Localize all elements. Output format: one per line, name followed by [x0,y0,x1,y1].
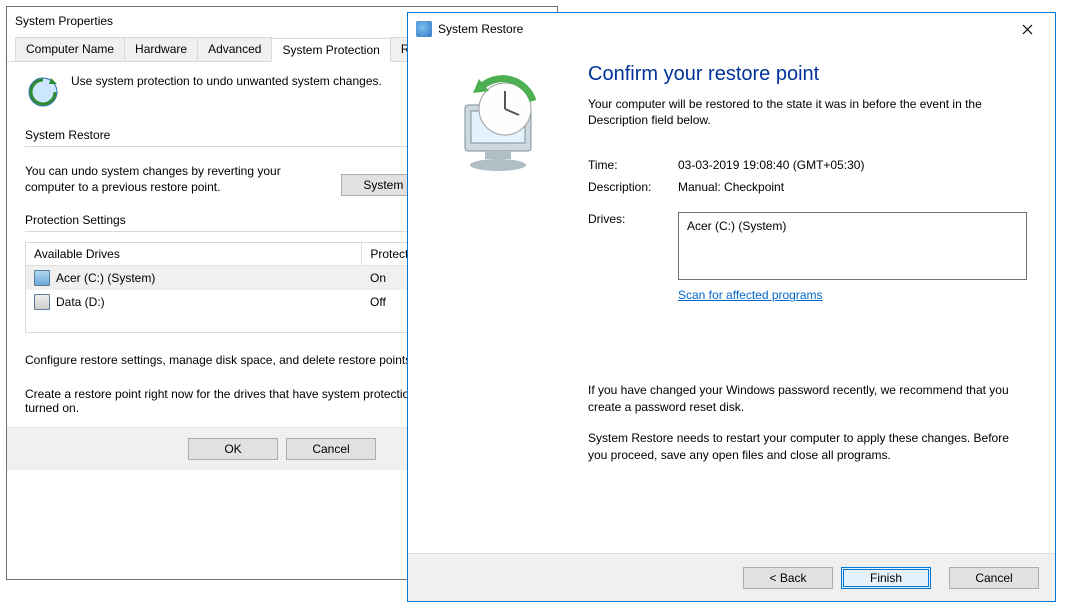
intro-text: Use system protection to undo unwanted s… [71,74,382,88]
drives-label: Drives: [588,212,678,226]
create-text: Create a restore point right now for the… [25,387,423,415]
note-restart: System Restore needs to restart your com… [588,430,1027,464]
app-icon [416,21,432,37]
tab-advanced[interactable]: Advanced [197,37,272,61]
drive-icon [34,294,50,310]
drive-name: Acer (C:) (System) [56,271,155,285]
close-icon [1022,24,1033,35]
finish-button[interactable]: Finish [841,567,931,589]
drives-listbox[interactable]: Acer (C:) (System) [678,212,1027,280]
wizard-content: Confirm your restore point Your computer… [588,45,1055,553]
wizard-sidebar [408,45,588,553]
configure-text: Configure restore settings, manage disk … [25,353,423,367]
restore-illustration-icon [443,65,553,185]
wizard-body: Confirm your restore point Your computer… [408,45,1055,553]
col-drives[interactable]: Available Drives [26,243,362,265]
wizard-footer: < Back Finish Cancel [408,553,1055,601]
field-time: Time: 03-03-2019 19:08:40 (GMT+05:30) [588,158,1027,172]
time-value: 03-03-2019 19:08:40 (GMT+05:30) [678,158,864,172]
field-description: Description: Manual: Checkpoint [588,180,1027,194]
wizard-notes: If you have changed your Windows passwor… [588,382,1027,463]
titlebar: System Restore [408,13,1055,45]
cancel-button[interactable]: Cancel [286,438,376,460]
drive-icon [34,270,50,286]
tab-computer-name[interactable]: Computer Name [15,37,125,61]
ok-button[interactable]: OK [188,438,278,460]
back-button[interactable]: < Back [743,567,833,589]
system-restore-window: System Restore Confirm your restore poin… [407,12,1056,602]
shield-restore-icon [25,74,61,110]
scan-affected-link[interactable]: Scan for affected programs [678,288,823,302]
description-label: Description: [588,180,678,194]
time-label: Time: [588,158,678,172]
note-password: If you have changed your Windows passwor… [588,382,1027,416]
field-drives: Drives: Acer (C:) (System) [588,212,1027,280]
wizard-description: Your computer will be restored to the st… [588,96,1027,128]
drive-name: Data (D:) [56,295,105,309]
window-title: System Restore [438,22,1007,36]
description-value: Manual: Checkpoint [678,180,784,194]
tab-hardware[interactable]: Hardware [124,37,198,61]
cancel-button[interactable]: Cancel [949,567,1039,589]
wizard-heading: Confirm your restore point [588,63,1027,86]
close-button[interactable] [1007,15,1047,43]
drives-item[interactable]: Acer (C:) (System) [687,219,1018,233]
restore-text: You can undo system changes by reverting… [25,163,325,195]
tab-system-protection[interactable]: System Protection [271,38,390,62]
